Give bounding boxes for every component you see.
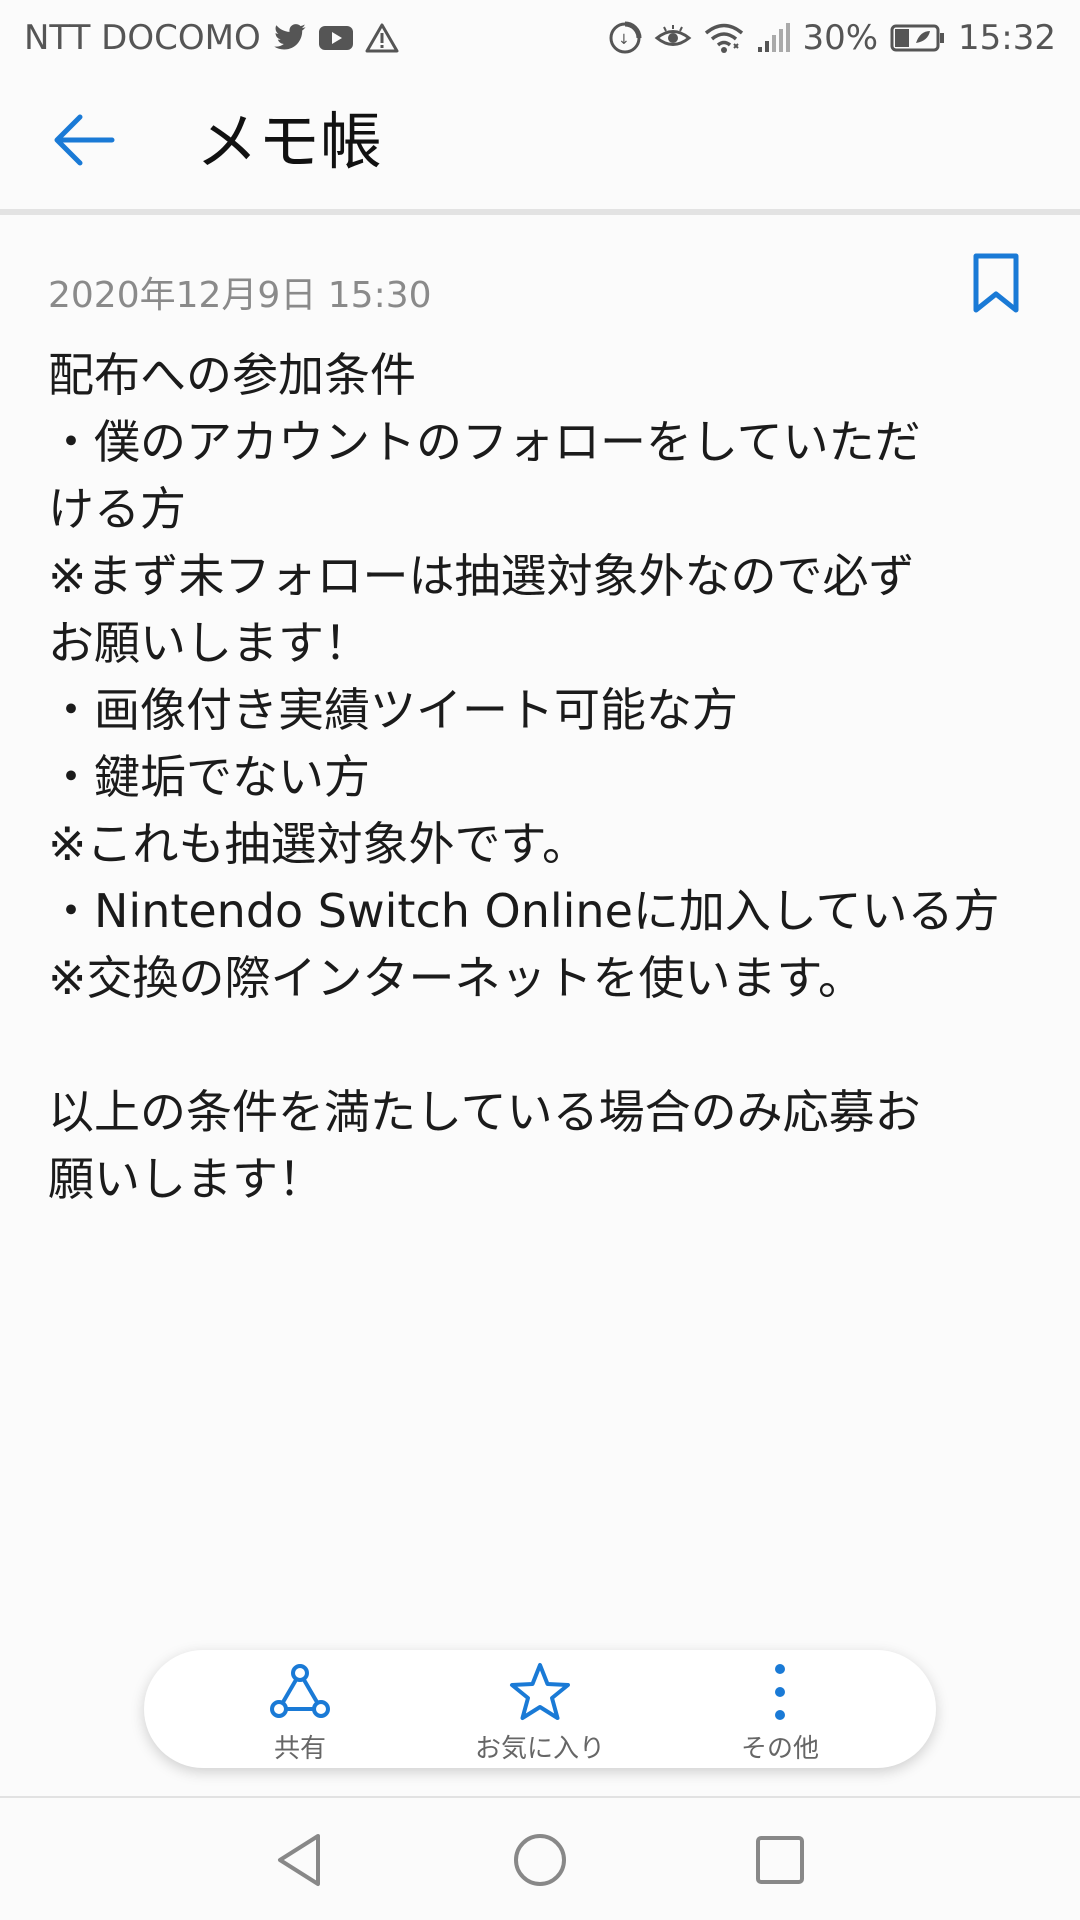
circle-home-icon bbox=[508, 1834, 572, 1896]
triangle-back-icon bbox=[268, 1834, 332, 1896]
clock-time: 15:32 bbox=[958, 18, 1056, 58]
note-line: お願いします！ bbox=[48, 616, 370, 670]
more-label: その他 bbox=[740, 1734, 819, 1764]
note-line: ※まず未フォローは抽選対象外なので必ず bbox=[48, 549, 915, 603]
note-line: ※交換の際インターネットを使います。 bbox=[48, 951, 864, 1005]
note-line bbox=[48, 1012, 1038, 1079]
battery-percent: 30% bbox=[802, 18, 879, 58]
carrier-name: NTT DOCOMO bbox=[24, 18, 261, 58]
nav-back-button[interactable] bbox=[268, 1828, 332, 1892]
app-bar-divider bbox=[0, 209, 1080, 215]
svg-text:↓: ↓ bbox=[618, 32, 630, 48]
back-button[interactable] bbox=[48, 106, 120, 178]
nav-recents-button[interactable] bbox=[748, 1828, 812, 1892]
eye-comfort-icon bbox=[654, 23, 692, 53]
note-line: 配布への参加条件 bbox=[48, 348, 416, 402]
status-bar: NTT DOCOMO ↓ 30% 15:32 bbox=[0, 0, 1080, 76]
more-button[interactable]: その他 bbox=[680, 1650, 880, 1768]
note-timestamp: 2020年12月9日 15:30 bbox=[48, 275, 432, 316]
note-line: 願いします！ bbox=[48, 1152, 324, 1206]
signal-icon bbox=[756, 23, 791, 53]
data-saver-icon: ↓ bbox=[608, 21, 642, 55]
note-line: ・僕のアカウントのフォローをしていただ bbox=[48, 415, 921, 469]
bottom-action-bar: 共有 お気に入り その他 bbox=[144, 1650, 936, 1768]
warning-icon bbox=[365, 23, 399, 53]
note-line: ※これも抽選対象外です。 bbox=[48, 817, 588, 871]
status-right: ↓ 30% 15:32 bbox=[608, 18, 1056, 58]
bookmark-icon bbox=[970, 253, 1022, 320]
share-icon bbox=[269, 1660, 331, 1724]
twitter-icon bbox=[273, 23, 307, 53]
star-icon bbox=[509, 1660, 571, 1724]
youtube-icon bbox=[318, 25, 353, 51]
favorite-button[interactable]: お気に入り bbox=[440, 1650, 640, 1768]
system-nav-bar bbox=[0, 1798, 1080, 1920]
wifi-icon bbox=[704, 22, 744, 54]
share-button[interactable]: 共有 bbox=[200, 1650, 400, 1768]
square-recents-icon bbox=[748, 1836, 812, 1896]
nav-home-button[interactable] bbox=[508, 1828, 572, 1892]
page-title: メモ帳 bbox=[196, 105, 383, 178]
more-vertical-icon bbox=[770, 1660, 790, 1724]
arrow-left-icon bbox=[52, 112, 116, 172]
share-label: 共有 bbox=[273, 1734, 326, 1764]
status-left: NTT DOCOMO bbox=[24, 18, 399, 58]
note-line: 以上の条件を満たしている場合のみ応募お bbox=[48, 1085, 921, 1139]
note-line: ・Nintendo Switch Onlineに加入している方 bbox=[48, 884, 1000, 938]
note-content[interactable]: 配布への参加条件 ・僕のアカウントのフォローをしていただ ける方 ※まず未フォロ… bbox=[48, 342, 1038, 1213]
favorite-label: お気に入り bbox=[474, 1734, 605, 1764]
note-line: ・画像付き実績ツイート可能な方 bbox=[48, 683, 738, 737]
battery-icon bbox=[890, 23, 946, 53]
bookmark-button[interactable] bbox=[970, 252, 1022, 316]
app-bar: メモ帳 bbox=[0, 76, 1080, 210]
note-line: ・鍵垢でない方 bbox=[48, 750, 370, 804]
note-line: ける方 bbox=[48, 482, 186, 536]
